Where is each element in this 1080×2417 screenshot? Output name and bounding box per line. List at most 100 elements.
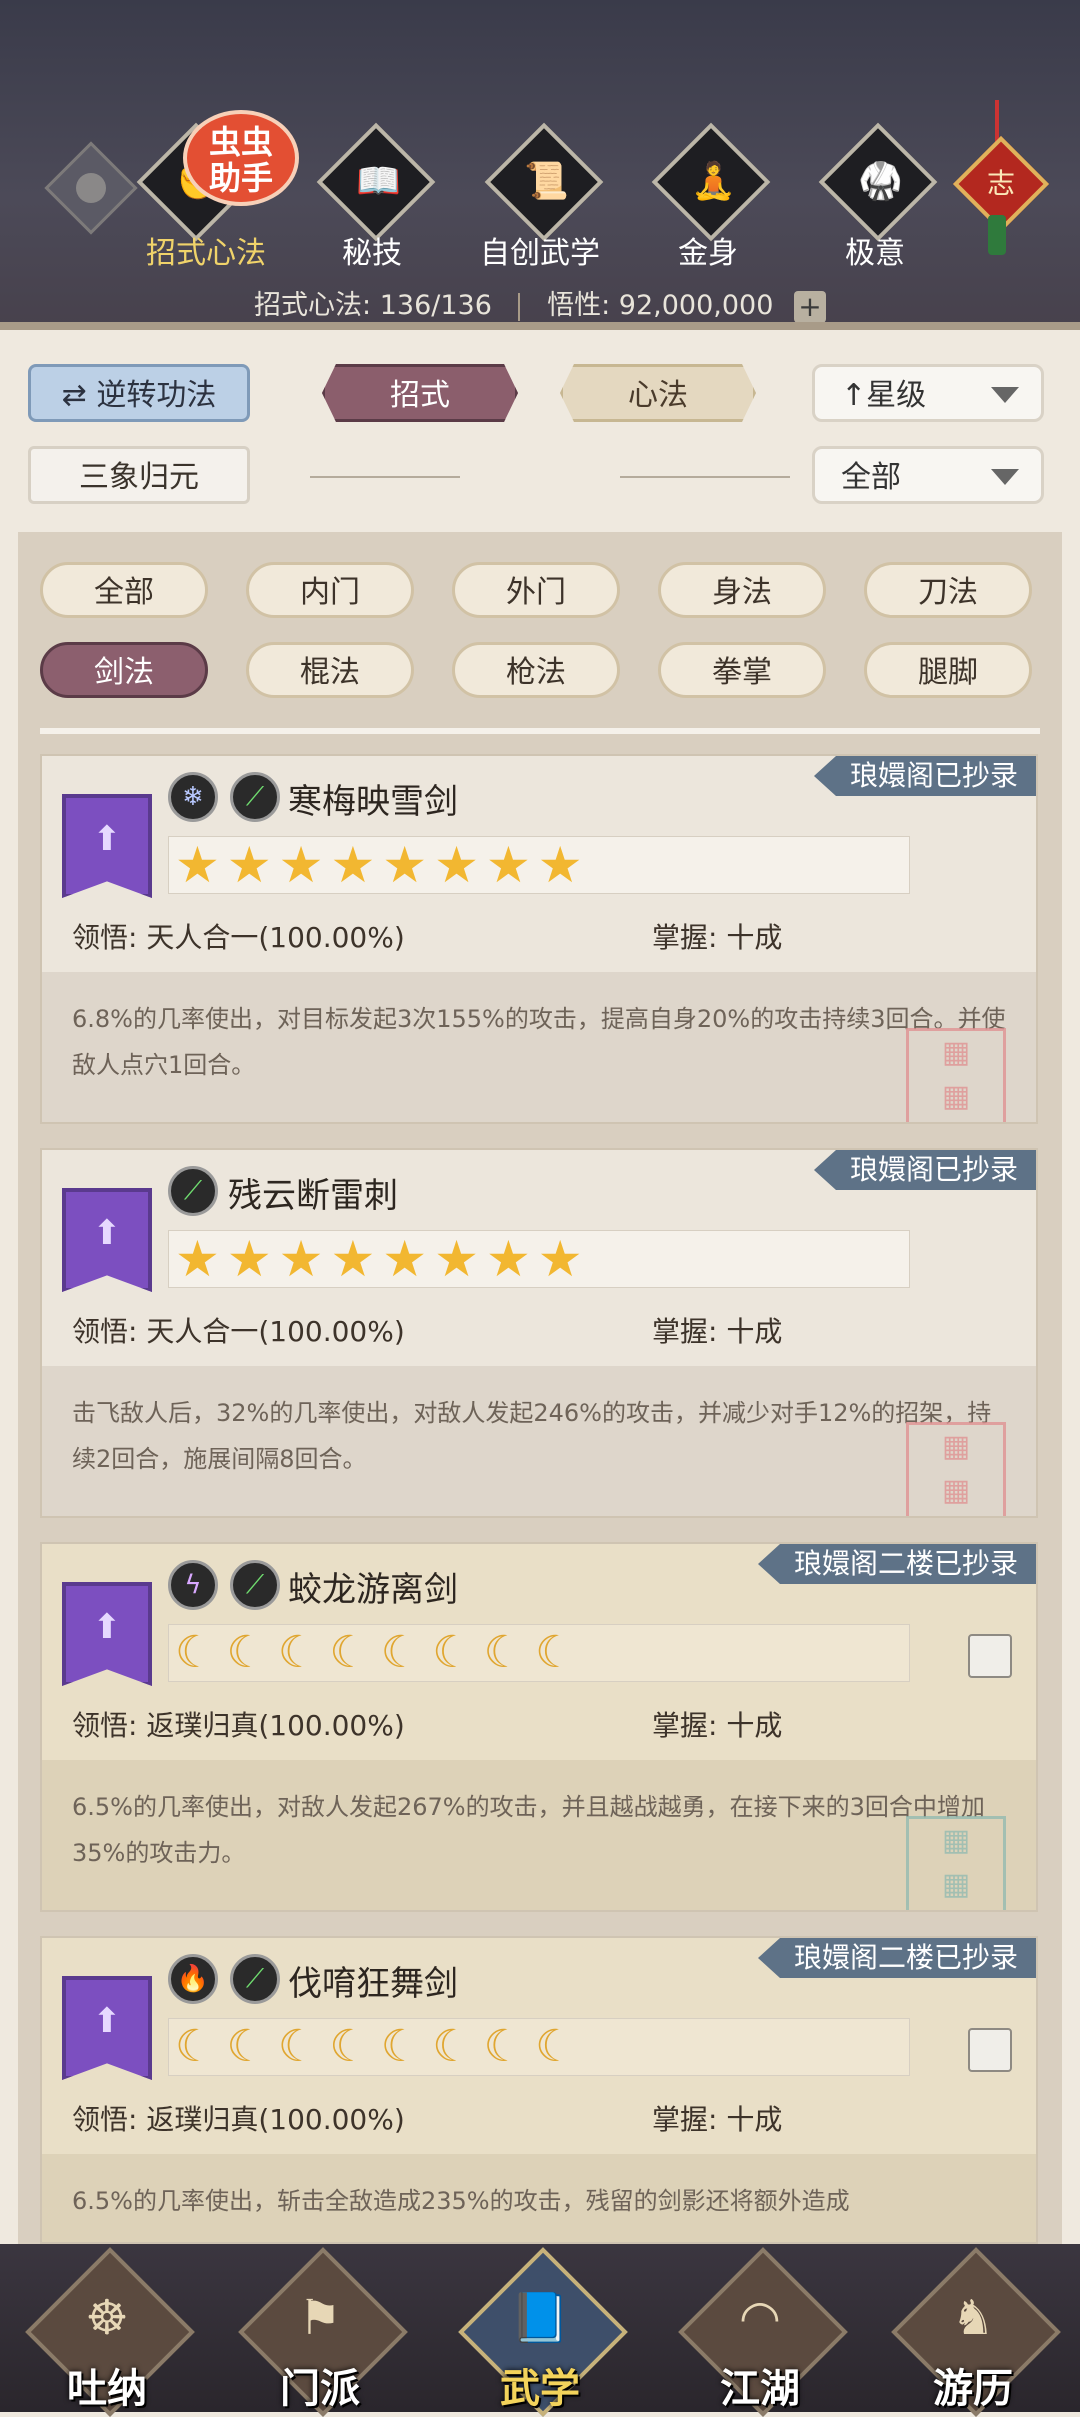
sword-slash-icon: ⟋ bbox=[230, 1560, 280, 1610]
trophy-icon[interactable] bbox=[968, 1634, 1012, 1678]
nav-sect[interactable]: ⚑ 门派 bbox=[238, 2247, 408, 2417]
moons: ☾☾☾☾☾☾☾☾ bbox=[175, 2021, 587, 2072]
sect-flags-icon: ⚑ bbox=[298, 2290, 342, 2346]
skill-description: 6.5%的几率使出，斩击全敌造成235%的攻击，残留的剑影还将额外造成 bbox=[42, 2154, 1036, 2242]
range-select[interactable]: 全部 bbox=[812, 446, 1044, 504]
nav-jianghu[interactable]: ◠ 江湖 bbox=[678, 2247, 848, 2417]
insight-plus-button[interactable]: + bbox=[793, 290, 826, 323]
skill-card[interactable]: 琅嬛阁已抄录 ⬆ ❄ ⟋ 寒梅映雪剑 ★★★★★★★★ 领悟: 天人合一(100… bbox=[40, 754, 1038, 1124]
skill-name: 伐唷狂舞剑 bbox=[288, 1964, 458, 2004]
trophy-icon[interactable] bbox=[968, 2028, 1012, 2072]
upgrade-banner-icon[interactable]: ⬆ bbox=[62, 1188, 152, 1292]
reverse-method-label: 逆转功法 bbox=[96, 378, 217, 413]
seal-stamp-icon: ▦ ▦ bbox=[906, 1816, 1006, 1910]
nav-jianghu-label: 江湖 bbox=[720, 2366, 800, 2412]
tab-custom-martial[interactable]: 📜 bbox=[484, 122, 604, 242]
category-sword[interactable]: 剑法 bbox=[40, 642, 208, 698]
skill-description: 击飞敌人后，32%的几率使出，对敌人发起246%的攻击，并减少对手12%的招架，… bbox=[42, 1366, 1036, 1516]
sword-slash-icon: ⟋ bbox=[230, 1954, 280, 2004]
comprehension: 领悟: 天人合一(100.00%) bbox=[72, 1315, 405, 1348]
mastery: 掌握: 十成 bbox=[652, 1315, 783, 1348]
scroll-icon: 📜 bbox=[524, 161, 569, 202]
sort-select-value: 星级 bbox=[866, 378, 927, 413]
tab-secret[interactable]: 📖 bbox=[316, 122, 436, 242]
upgrade-banner-icon[interactable]: ⬆ bbox=[62, 1582, 152, 1686]
bottom-nav: ☸ 吐纳 ⚑ 门派 📘 武学 ◠ 江湖 ♞ 游历 bbox=[0, 2244, 1080, 2417]
nav-breathing[interactable]: ☸ 吐纳 bbox=[25, 2247, 195, 2417]
reverse-method-button[interactable]: ⇄ 逆转功法 bbox=[28, 364, 250, 422]
skill-name: 寒梅映雪剑 bbox=[288, 782, 458, 822]
book-icon: 📖 bbox=[356, 161, 401, 202]
sword-slash-icon: ⟋ bbox=[230, 772, 280, 822]
category-inner[interactable]: 内门 bbox=[246, 562, 414, 618]
stars: ★★★★★★★★ bbox=[175, 1230, 590, 1288]
skill-name: 蛟龙游离剑 bbox=[288, 1570, 458, 1610]
skill-list-panel: 全部 内门 外门 身法 刀法 剑法 棍法 枪法 拳掌 腿脚 琅嬛阁已抄录 ⬆ ❄… bbox=[18, 532, 1062, 2244]
eye-icon bbox=[76, 173, 106, 203]
skill-description: 6.8%的几率使出，对目标发起3次155%的攻击，提高自身20%的攻击持续3回合… bbox=[42, 972, 1036, 1122]
sort-select[interactable]: ↑星级 bbox=[812, 364, 1044, 422]
category-outer[interactable]: 外门 bbox=[452, 562, 620, 618]
tab-ultimate[interactable]: 🥋 bbox=[818, 122, 938, 242]
moons: ☾☾☾☾☾☾☾☾ bbox=[175, 1627, 587, 1678]
comprehension: 领悟: 返璞归真(100.00%) bbox=[72, 1709, 405, 1742]
moves-count-value: 136/136 bbox=[379, 290, 492, 321]
nav-sect-label: 门派 bbox=[280, 2366, 360, 2412]
category-all[interactable]: 全部 bbox=[40, 562, 208, 618]
moon-rating: ☾☾☾☾☾☾☾☾ bbox=[168, 2018, 910, 2076]
upgrade-banner-icon[interactable]: ⬆ bbox=[62, 1976, 152, 2080]
mastery: 掌握: 十成 bbox=[652, 1709, 783, 1742]
copied-badge: 琅嬛阁二楼已抄录 bbox=[757, 1544, 1036, 1584]
lightning-icon: ϟ bbox=[168, 1560, 218, 1610]
tab-moves-filter[interactable]: 招式 bbox=[322, 364, 518, 422]
tab-custom-martial-label: 自创武学 bbox=[480, 236, 600, 271]
monk-icon: ☸ bbox=[85, 2290, 129, 2346]
nav-martial-arts[interactable]: 📘 武学 bbox=[458, 2247, 628, 2417]
comprehension: 领悟: 天人合一(100.00%) bbox=[72, 921, 405, 954]
ornament-line bbox=[310, 476, 460, 478]
skill-card[interactable]: 琅嬛阁二楼已抄录 ⬆ 🔥 ⟋ 伐唷狂舞剑 ☾☾☾☾☾☾☾☾ 领悟: 返璞归真(1… bbox=[40, 1936, 1038, 2244]
top-header: ✊ 虫虫 助手 招式心法 📖 秘技 📜 自创武学 🧘 金身 🥋 极意 志 招式心… bbox=[0, 0, 1080, 330]
meditation-icon: 🧘 bbox=[691, 161, 736, 202]
upgrade-banner-icon[interactable]: ⬆ bbox=[62, 794, 152, 898]
category-movement[interactable]: 身法 bbox=[658, 562, 826, 618]
chevron-down-icon bbox=[991, 469, 1019, 485]
category-blade[interactable]: 刀法 bbox=[864, 562, 1032, 618]
martial-pose-icon: 🥋 bbox=[858, 161, 903, 202]
stars: ★★★★★★★★ bbox=[175, 836, 590, 894]
helper-badge-line1: 虫虫 bbox=[208, 123, 273, 161]
tab-moves-label: 招式心法 bbox=[146, 236, 266, 271]
skill-description: 6.5%的几率使出，对敌人发起267%的攻击，并且越战越勇，在接下来的3回合中增… bbox=[42, 1760, 1036, 1910]
copied-badge: 琅嬛阁二楼已抄录 bbox=[757, 1938, 1036, 1978]
category-spear[interactable]: 枪法 bbox=[452, 642, 620, 698]
tab-mental-filter[interactable]: 心法 bbox=[560, 364, 756, 422]
fire-icon: 🔥 bbox=[168, 1954, 218, 2004]
snowflake-icon: ❄ bbox=[168, 772, 218, 822]
insight-value: 92,000,000 bbox=[618, 290, 774, 321]
seal-stamp-icon: ▦ ▦ bbox=[906, 1422, 1006, 1516]
filter-area: ⇄ 逆转功法 招式 心法 ↑星级 三象归元 全部 bbox=[0, 338, 1080, 528]
skill-card[interactable]: 琅嬛阁已抄录 ⬆ ⟋ 残云断雷刺 ★★★★★★★★ 领悟: 天人合一(100.0… bbox=[40, 1148, 1038, 1518]
tab-ultimate-label: 极意 bbox=[845, 236, 905, 271]
star-rating: ★★★★★★★★ bbox=[168, 836, 910, 894]
eye-toggle-button[interactable] bbox=[44, 141, 138, 235]
nav-travel-label: 游历 bbox=[933, 2366, 1013, 2412]
reverse-icon: ⇄ bbox=[61, 378, 87, 413]
moves-count-label: 招式心法: bbox=[254, 290, 372, 321]
tab-golden-body[interactable]: 🧘 bbox=[651, 122, 771, 242]
category-leg[interactable]: 腿脚 bbox=[864, 642, 1032, 698]
helper-badge-line2: 助手 bbox=[208, 159, 273, 197]
helper-badge[interactable]: 虫虫 助手 bbox=[183, 110, 299, 206]
mastery: 掌握: 十成 bbox=[652, 2103, 783, 2136]
skill-card[interactable]: 琅嬛阁二楼已抄录 ⬆ ϟ ⟋ 蛟龙游离剑 ☾☾☾☾☾☾☾☾ 领悟: 返璞归真(1… bbox=[40, 1542, 1038, 1912]
moon-rating: ☾☾☾☾☾☾☾☾ bbox=[168, 1624, 910, 1682]
tassel-icon bbox=[988, 215, 1006, 255]
category-staff[interactable]: 棍法 bbox=[246, 642, 414, 698]
manual-books-icon: 📘 bbox=[510, 2290, 570, 2346]
tab-secret-label: 秘技 bbox=[342, 236, 402, 271]
category-fist[interactable]: 拳掌 bbox=[658, 642, 826, 698]
copied-badge: 琅嬛阁已抄录 bbox=[813, 756, 1036, 796]
sanxiang-button[interactable]: 三象归元 bbox=[28, 446, 250, 504]
nav-travel[interactable]: ♞ 游历 bbox=[891, 2247, 1061, 2417]
comprehension: 领悟: 返璞归真(100.00%) bbox=[72, 2103, 405, 2136]
